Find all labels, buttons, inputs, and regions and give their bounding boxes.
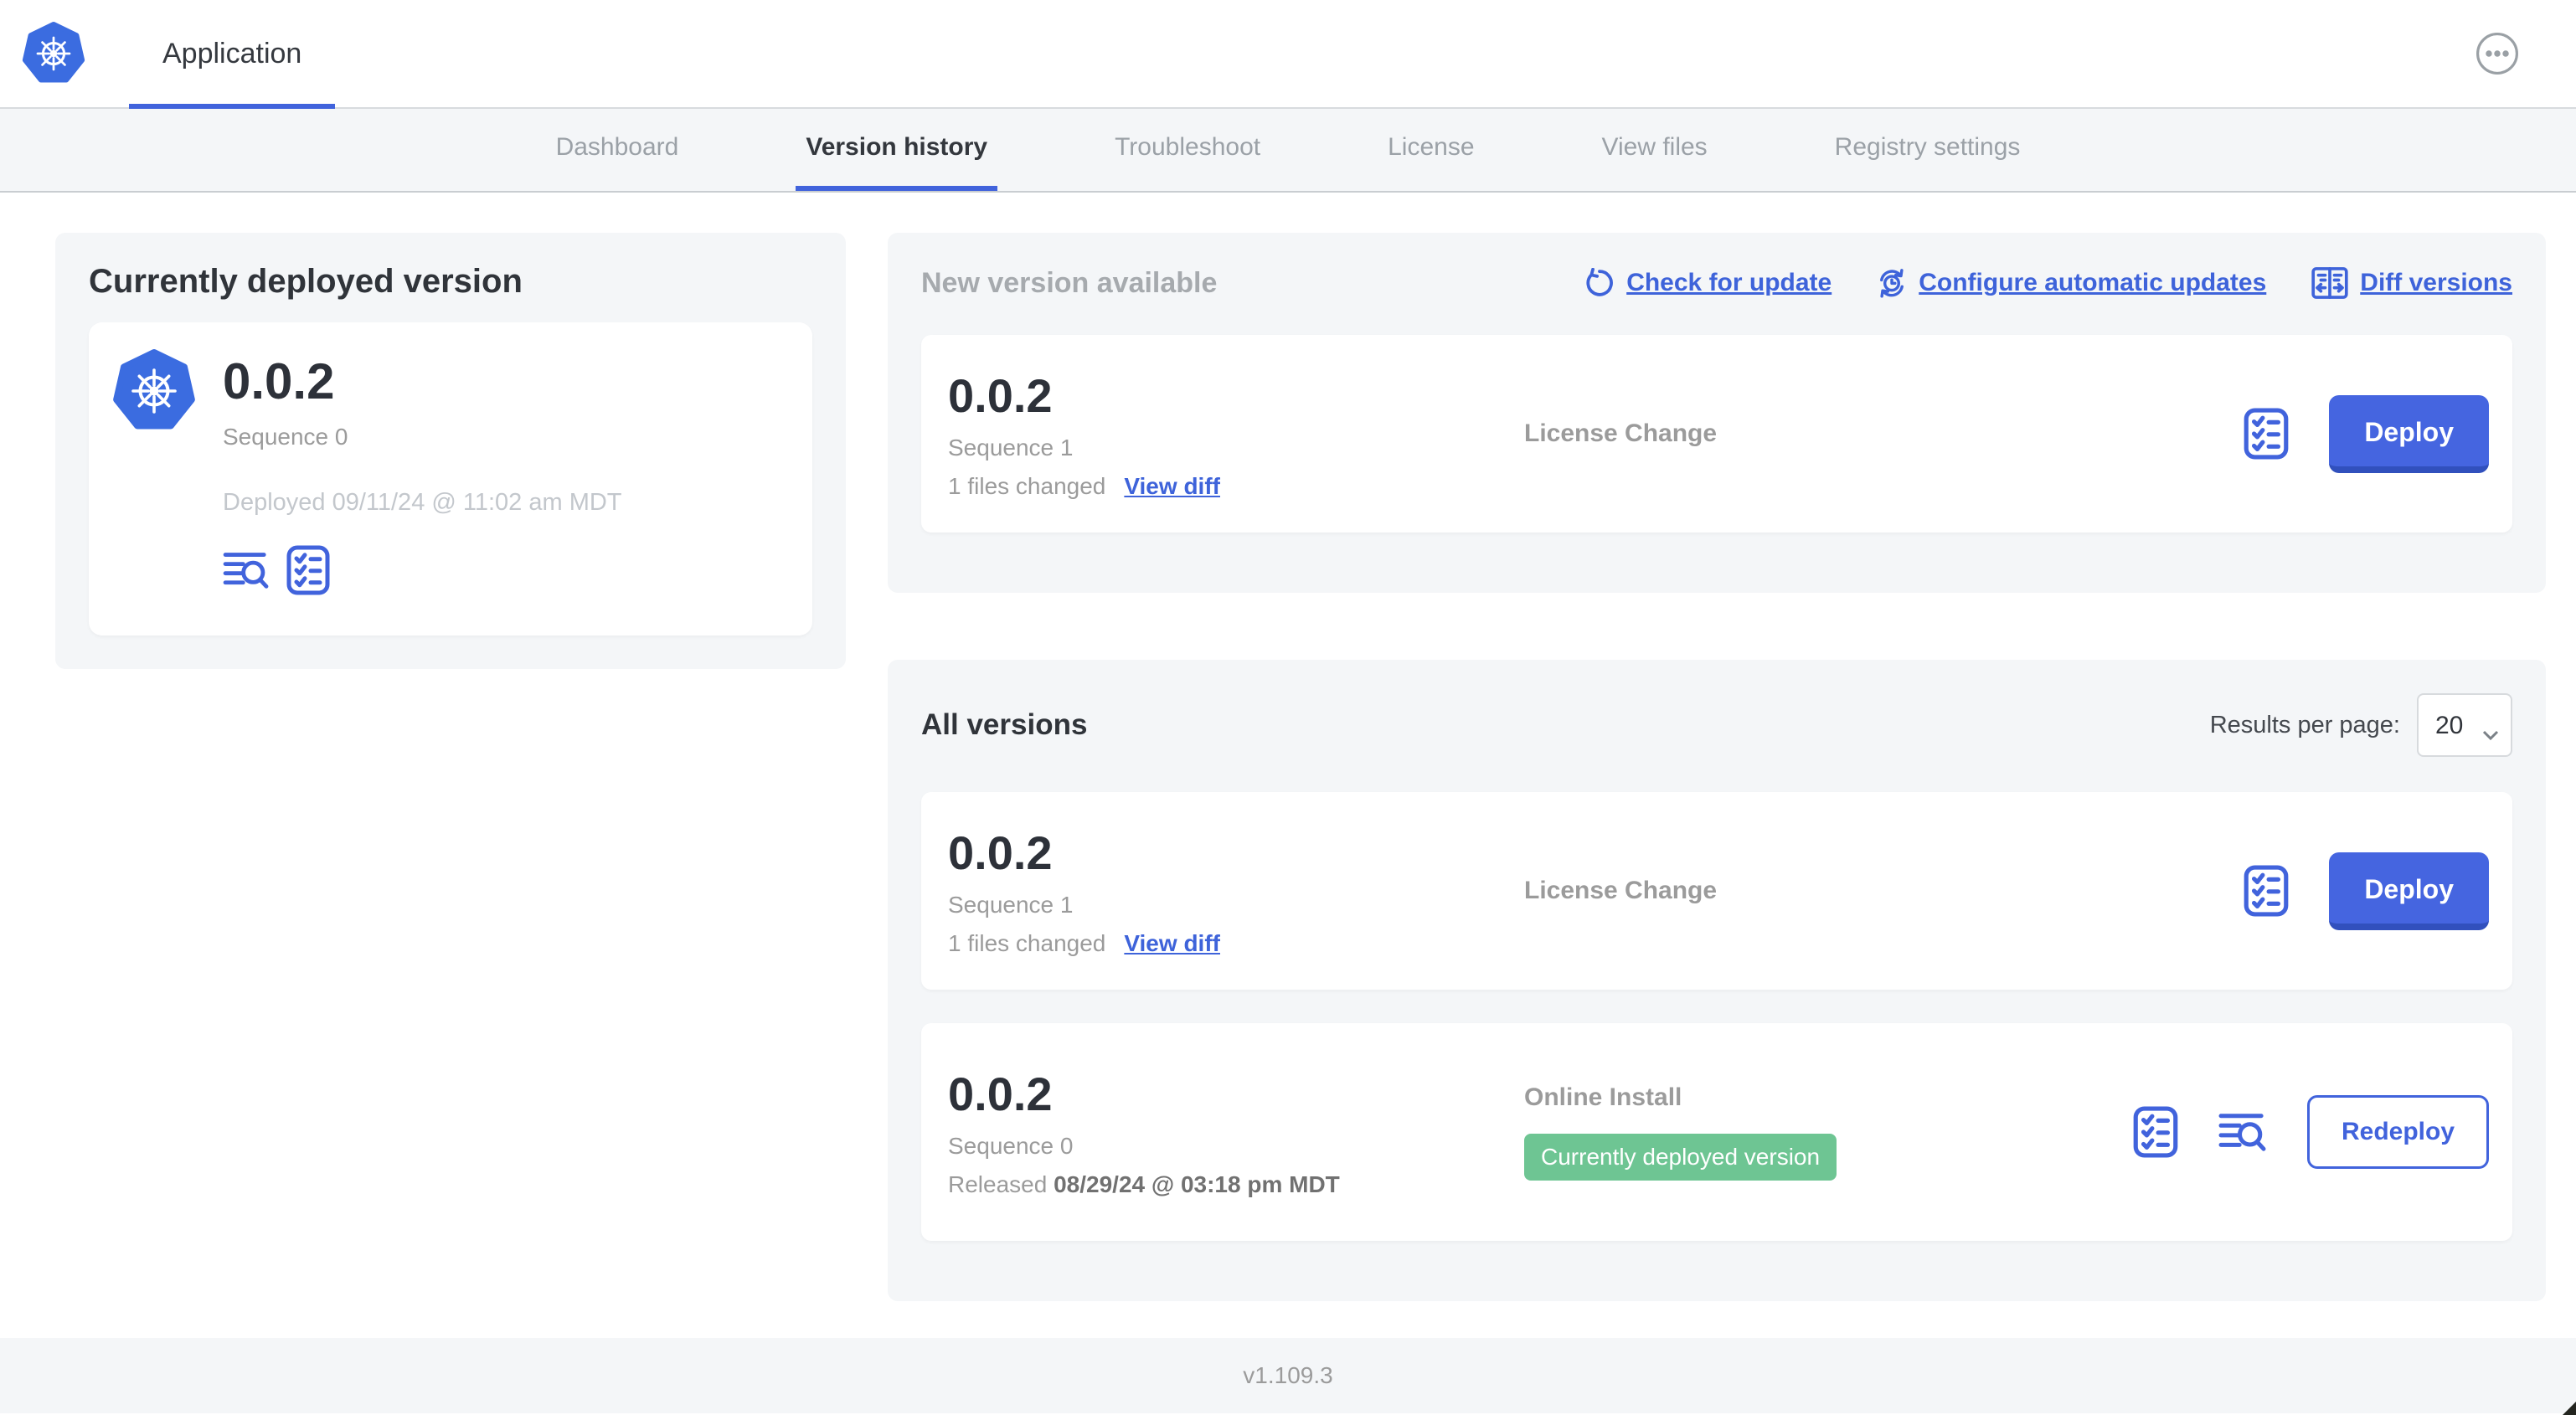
footer: v1.109.3 xyxy=(0,1338,2576,1413)
app-tab[interactable]: Application xyxy=(129,0,336,109)
all-versions-panel: All versions Results per page: 20 0.0.2 … xyxy=(888,660,2546,1301)
deploy-button[interactable]: Deploy xyxy=(2329,394,2489,473)
preflight-checks-button[interactable] xyxy=(2244,865,2289,917)
files-changed-label: 1 files changed xyxy=(948,929,1106,956)
configure-automatic-updates-link[interactable]: Configure automatic updates xyxy=(1877,268,2266,298)
currently-deployed-panel: Currently deployed version 0.0.2 Sequenc… xyxy=(55,233,846,669)
current-version-deployed-timestamp: Deployed 09/11/24 @ 11:02 am MDT xyxy=(223,489,622,516)
check-for-update-label: Check for update xyxy=(1626,269,1832,296)
all-versions-title: All versions xyxy=(921,708,1088,741)
currently-deployed-badge: Currently deployed version xyxy=(1524,1134,1837,1181)
version-row: 0.0.2 Sequence 0 Released 08/29/24 @ 03:… xyxy=(921,1023,2512,1241)
checklist-icon xyxy=(286,545,330,595)
preflight-checks-button[interactable] xyxy=(2133,1106,2178,1158)
version-source: Online Install xyxy=(1524,1083,1682,1111)
version-source: License Change xyxy=(1524,419,1718,447)
tab-view-files[interactable]: View files xyxy=(1592,109,1718,191)
kubernetes-logo-icon xyxy=(0,0,85,107)
tab-troubleshoot[interactable]: Troubleshoot xyxy=(1105,109,1270,191)
app-manager-version: v1.109.3 xyxy=(1243,1362,1333,1388)
new-version-card: 0.0.2 Sequence 1 1 files changed View di… xyxy=(921,335,2512,533)
redeploy-button[interactable]: Redeploy xyxy=(2306,1095,2489,1169)
kubernetes-app-icon xyxy=(112,347,196,595)
schedule-update-icon xyxy=(1877,268,1907,298)
new-version-panel: New version available Check for update C… xyxy=(888,233,2546,593)
view-diff-link[interactable]: View diff xyxy=(1124,473,1220,500)
version-number: 0.0.2 xyxy=(948,1067,1053,1120)
current-version-sequence: Sequence 0 xyxy=(223,424,348,450)
version-released-timestamp: Released 08/29/24 @ 03:18 pm MDT xyxy=(948,1171,1340,1197)
app-tab-label: Application xyxy=(162,37,302,69)
diff-versions-link[interactable]: Diff versions xyxy=(2311,266,2512,300)
ellipsis-menu-button[interactable] xyxy=(2476,32,2519,75)
check-for-update-link[interactable]: Check for update xyxy=(1584,268,1832,298)
new-version-title: New version available xyxy=(921,266,1218,299)
current-version-number: 0.0.2 xyxy=(223,353,335,409)
results-per-page-label: Results per page: xyxy=(2209,711,2400,738)
deploy-button[interactable]: Deploy xyxy=(2329,852,2489,930)
configure-automatic-updates-label: Configure automatic updates xyxy=(1919,269,2267,296)
preflight-checks-button[interactable] xyxy=(286,545,330,595)
section-nav: Dashboard Version history Troubleshoot L… xyxy=(0,109,2576,193)
main-content: Currently deployed version 0.0.2 Sequenc… xyxy=(0,193,2576,1338)
diff-icon xyxy=(2311,266,2348,300)
checklist-icon xyxy=(2244,865,2289,917)
tab-version-history[interactable]: Version history xyxy=(796,109,998,191)
checklist-icon xyxy=(2133,1106,2178,1158)
diff-versions-label: Diff versions xyxy=(2360,269,2512,296)
version-sequence: Sequence 1 xyxy=(948,891,1074,918)
right-column: New version available Check for update C… xyxy=(888,233,2546,1301)
files-changed-label: 1 files changed xyxy=(948,472,1106,499)
view-logs-button[interactable] xyxy=(2218,1111,2267,1153)
version-number: 0.0.2 xyxy=(948,368,1053,422)
screen-corner-artifact xyxy=(2563,1402,2576,1415)
version-source: License Change xyxy=(1524,877,1718,904)
ellipsis-icon xyxy=(2476,32,2519,75)
version-sequence: Sequence 0 xyxy=(948,1132,1074,1159)
preflight-checks-button[interactable] xyxy=(2244,408,2289,460)
tab-dashboard[interactable]: Dashboard xyxy=(546,109,689,191)
app-header: Application xyxy=(0,0,2576,109)
results-per-page-select[interactable]: 20 xyxy=(2417,693,2512,757)
logs-icon xyxy=(223,550,270,590)
currently-deployed-card: 0.0.2 Sequence 0 Deployed 09/11/24 @ 11:… xyxy=(89,322,812,635)
checklist-icon xyxy=(2244,408,2289,460)
logs-icon xyxy=(2218,1111,2267,1153)
tab-registry-settings[interactable]: Registry settings xyxy=(1825,109,2031,191)
version-row: 0.0.2 Sequence 1 1 files changed View di… xyxy=(921,792,2512,990)
tab-license[interactable]: License xyxy=(1378,109,1484,191)
version-number: 0.0.2 xyxy=(948,826,1053,879)
version-sequence: Sequence 1 xyxy=(948,434,1074,461)
refresh-icon xyxy=(1584,268,1615,298)
currently-deployed-title: Currently deployed version xyxy=(89,263,523,300)
view-diff-link[interactable]: View diff xyxy=(1124,930,1220,957)
view-logs-button[interactable] xyxy=(223,550,270,590)
